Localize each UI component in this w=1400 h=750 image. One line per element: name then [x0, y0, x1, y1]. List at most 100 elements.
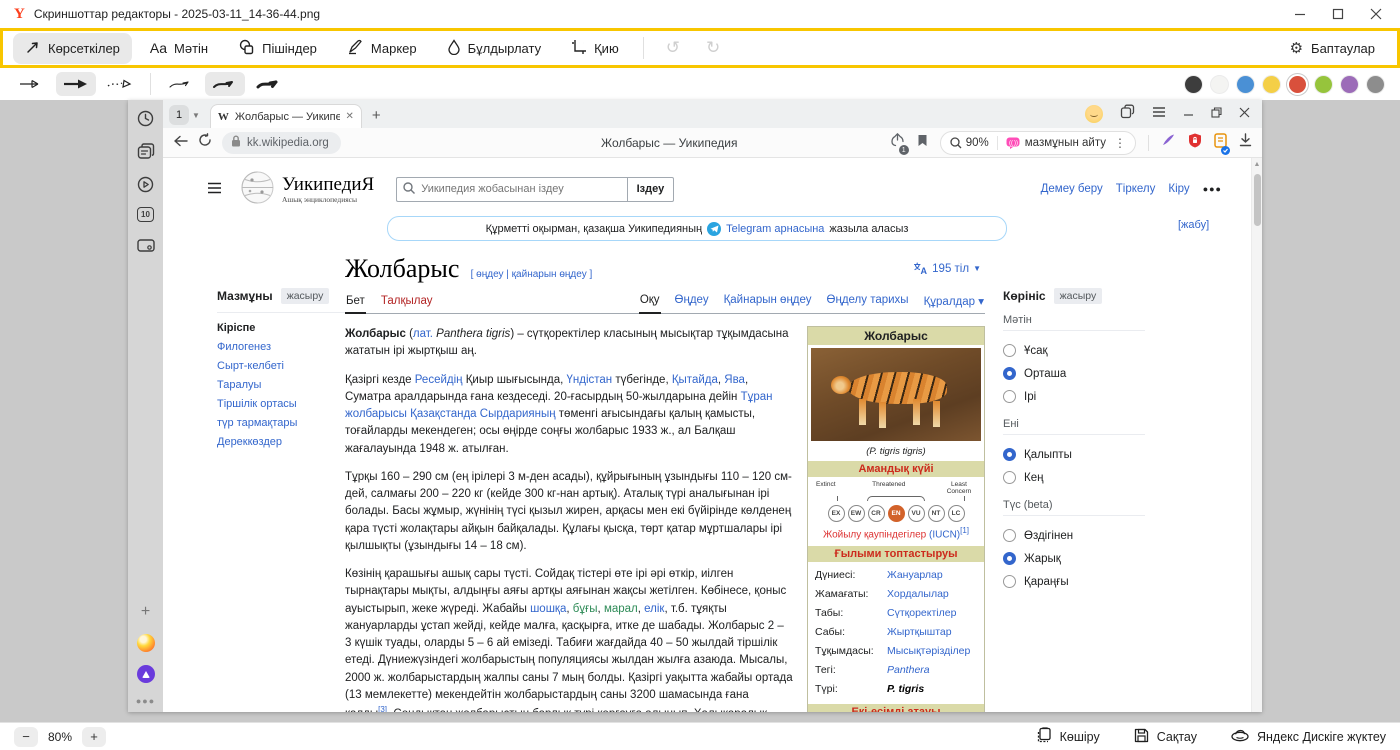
- save-button[interactable]: Сақтау: [1134, 728, 1197, 746]
- history-icon[interactable]: [136, 108, 156, 128]
- back-icon[interactable]: [173, 134, 188, 152]
- color-swatch[interactable]: [1341, 76, 1358, 93]
- appearance-option[interactable]: Ұсақ: [1003, 339, 1145, 362]
- color-swatch[interactable]: [1237, 76, 1254, 93]
- taxonomy-value[interactable]: Сүтқоректілер: [887, 604, 956, 623]
- reload-icon[interactable]: [198, 133, 212, 152]
- status-circle-ew[interactable]: EW: [848, 505, 865, 522]
- status-circle-vu[interactable]: VU: [908, 505, 925, 522]
- tool-blur-button[interactable]: Бұлдырлату: [435, 33, 553, 64]
- yandex-start-icon[interactable]: [137, 634, 155, 652]
- search-button[interactable]: Іздеу: [627, 177, 675, 202]
- bookmark-icon[interactable]: [917, 134, 928, 152]
- sidebar-more-icon[interactable]: ●●●: [136, 696, 155, 706]
- wiki-link[interactable]: Үндістан: [567, 374, 613, 386]
- undo-button[interactable]: ↺: [656, 38, 690, 58]
- status-category-link[interactable]: Жойылу қаупіндегілер: [823, 530, 926, 541]
- tab-counter[interactable]: 1 ▼: [169, 105, 200, 125]
- video-icon[interactable]: [136, 174, 156, 194]
- wiki-link[interactable]: марал: [604, 603, 638, 615]
- toc-item[interactable]: Кіріспе: [217, 319, 347, 338]
- article-tab[interactable]: Қайнарын өңдеу: [723, 290, 813, 313]
- title-edit-links[interactable]: [ өңдеу | қайнарын өңдеу ]: [471, 269, 593, 280]
- language-selector[interactable]: A 195 тіл ▼: [913, 262, 981, 275]
- color-swatch[interactable]: [1289, 76, 1306, 93]
- arrow-style-solid-button[interactable]: [56, 72, 96, 96]
- telegram-channel-link[interactable]: Telegram арнасына: [726, 223, 824, 235]
- article-tab[interactable]: Өңделу тарихы: [826, 290, 910, 313]
- tool-marker-button[interactable]: Маркер: [335, 33, 429, 64]
- copy-tabs-icon[interactable]: [1120, 104, 1135, 124]
- download-icon[interactable]: [1239, 133, 1252, 152]
- browser-restore-button[interactable]: [1211, 105, 1222, 123]
- article-tab[interactable]: Құралдар ▾: [923, 290, 985, 313]
- collections-icon[interactable]: [136, 141, 156, 161]
- arrow-style-line-button[interactable]: [12, 72, 52, 96]
- browser-menu-icon[interactable]: [1152, 105, 1166, 123]
- color-swatch[interactable]: [1263, 76, 1280, 93]
- taxonomy-value[interactable]: Panthera: [887, 661, 930, 680]
- sidebar-add-icon[interactable]: +: [141, 603, 150, 621]
- color-swatch[interactable]: [1367, 76, 1384, 93]
- toc-hide-button[interactable]: жасыру: [281, 288, 330, 304]
- wiki-link[interactable]: Ресейдің: [415, 374, 463, 386]
- appearance-option[interactable]: Ірі: [1003, 385, 1145, 408]
- iucn-link[interactable]: (IUCN): [929, 530, 960, 541]
- toc-item[interactable]: Дереккөздер: [217, 433, 347, 452]
- wiki-link[interactable]: Сырдарияның: [480, 408, 556, 420]
- taxonomy-value[interactable]: Жануарлар: [887, 566, 943, 585]
- status-circle-lc[interactable]: LC: [948, 505, 965, 522]
- tool-shapes-button[interactable]: Пішіндер: [226, 33, 329, 64]
- wiki-link[interactable]: лат.: [413, 328, 433, 340]
- appearance-option[interactable]: Өздігінен: [1003, 524, 1145, 547]
- status-circle-ex[interactable]: EX: [828, 505, 845, 522]
- reference-link[interactable]: [1]: [960, 526, 969, 535]
- page-scrollbar[interactable]: ▲: [1251, 158, 1262, 712]
- screenshot-tool-icon[interactable]: [136, 235, 156, 255]
- scrollbar-thumb[interactable]: [1254, 174, 1261, 226]
- tiger-image[interactable]: [811, 348, 981, 441]
- status-circle-nt[interactable]: NT: [928, 505, 945, 522]
- window-maximize-button[interactable]: [1332, 8, 1344, 20]
- arrow-sketch-thin-button[interactable]: [161, 72, 201, 96]
- toc-item[interactable]: Филогенез: [217, 338, 347, 357]
- article-tab[interactable]: Талқылау: [380, 291, 434, 313]
- radio-button[interactable]: [1003, 552, 1016, 565]
- profile-avatar[interactable]: [1085, 105, 1103, 123]
- copy-button[interactable]: Көшіру: [1037, 727, 1100, 746]
- wiki-link[interactable]: елік: [644, 603, 664, 615]
- radio-button[interactable]: [1003, 529, 1016, 542]
- url-field[interactable]: kk.wikipedia.org: [222, 132, 341, 154]
- taxonomy-value[interactable]: Жыртқыштар: [887, 623, 952, 642]
- radio-button[interactable]: [1003, 471, 1016, 484]
- appearance-option[interactable]: Орташа: [1003, 362, 1145, 385]
- tab-close-icon[interactable]: ✕: [346, 111, 354, 122]
- color-swatch[interactable]: [1211, 76, 1228, 93]
- appearance-option[interactable]: Қараңғы: [1003, 570, 1145, 593]
- read-aloud-button[interactable]: (()) мазмұнын айту: [1006, 137, 1106, 149]
- search-input[interactable]: [421, 183, 620, 195]
- wikipedia-globe-logo[interactable]: [241, 171, 274, 207]
- zoom-control[interactable]: 90%: [950, 137, 989, 149]
- color-swatch[interactable]: [1315, 76, 1332, 93]
- tool-text-button[interactable]: Aa Мәтін: [138, 34, 220, 62]
- banner-close-link[interactable]: [жабу]: [1178, 219, 1209, 231]
- wiki-link[interactable]: шошқа: [530, 603, 566, 615]
- radio-button[interactable]: [1003, 390, 1016, 403]
- kebab-menu-icon[interactable]: ⋮: [1114, 136, 1126, 150]
- redo-button[interactable]: ↻: [696, 38, 730, 58]
- article-tab[interactable]: Өңдеу: [674, 290, 710, 313]
- more-links-icon[interactable]: ●●●: [1203, 184, 1222, 194]
- appearance-option[interactable]: Кең: [1003, 466, 1145, 489]
- radio-button[interactable]: [1003, 367, 1016, 380]
- appearance-hide-button[interactable]: жасыру: [1054, 288, 1103, 304]
- hamburger-menu-icon[interactable]: [207, 182, 223, 197]
- new-tab-button[interactable]: +: [372, 107, 381, 124]
- browser-close-button[interactable]: [1239, 105, 1250, 123]
- wiki-link[interactable]: Қазақстанда: [410, 408, 476, 420]
- taxonomy-value[interactable]: Хордалылар: [887, 585, 949, 604]
- upload-disk-button[interactable]: Яндекс Дискіге жүктеу: [1231, 728, 1386, 745]
- zoom-in-button[interactable]: +: [82, 727, 106, 747]
- taxonomy-value[interactable]: Мысықтәрізділер: [887, 642, 970, 661]
- scroll-up-icon[interactable]: ▲: [1252, 158, 1262, 168]
